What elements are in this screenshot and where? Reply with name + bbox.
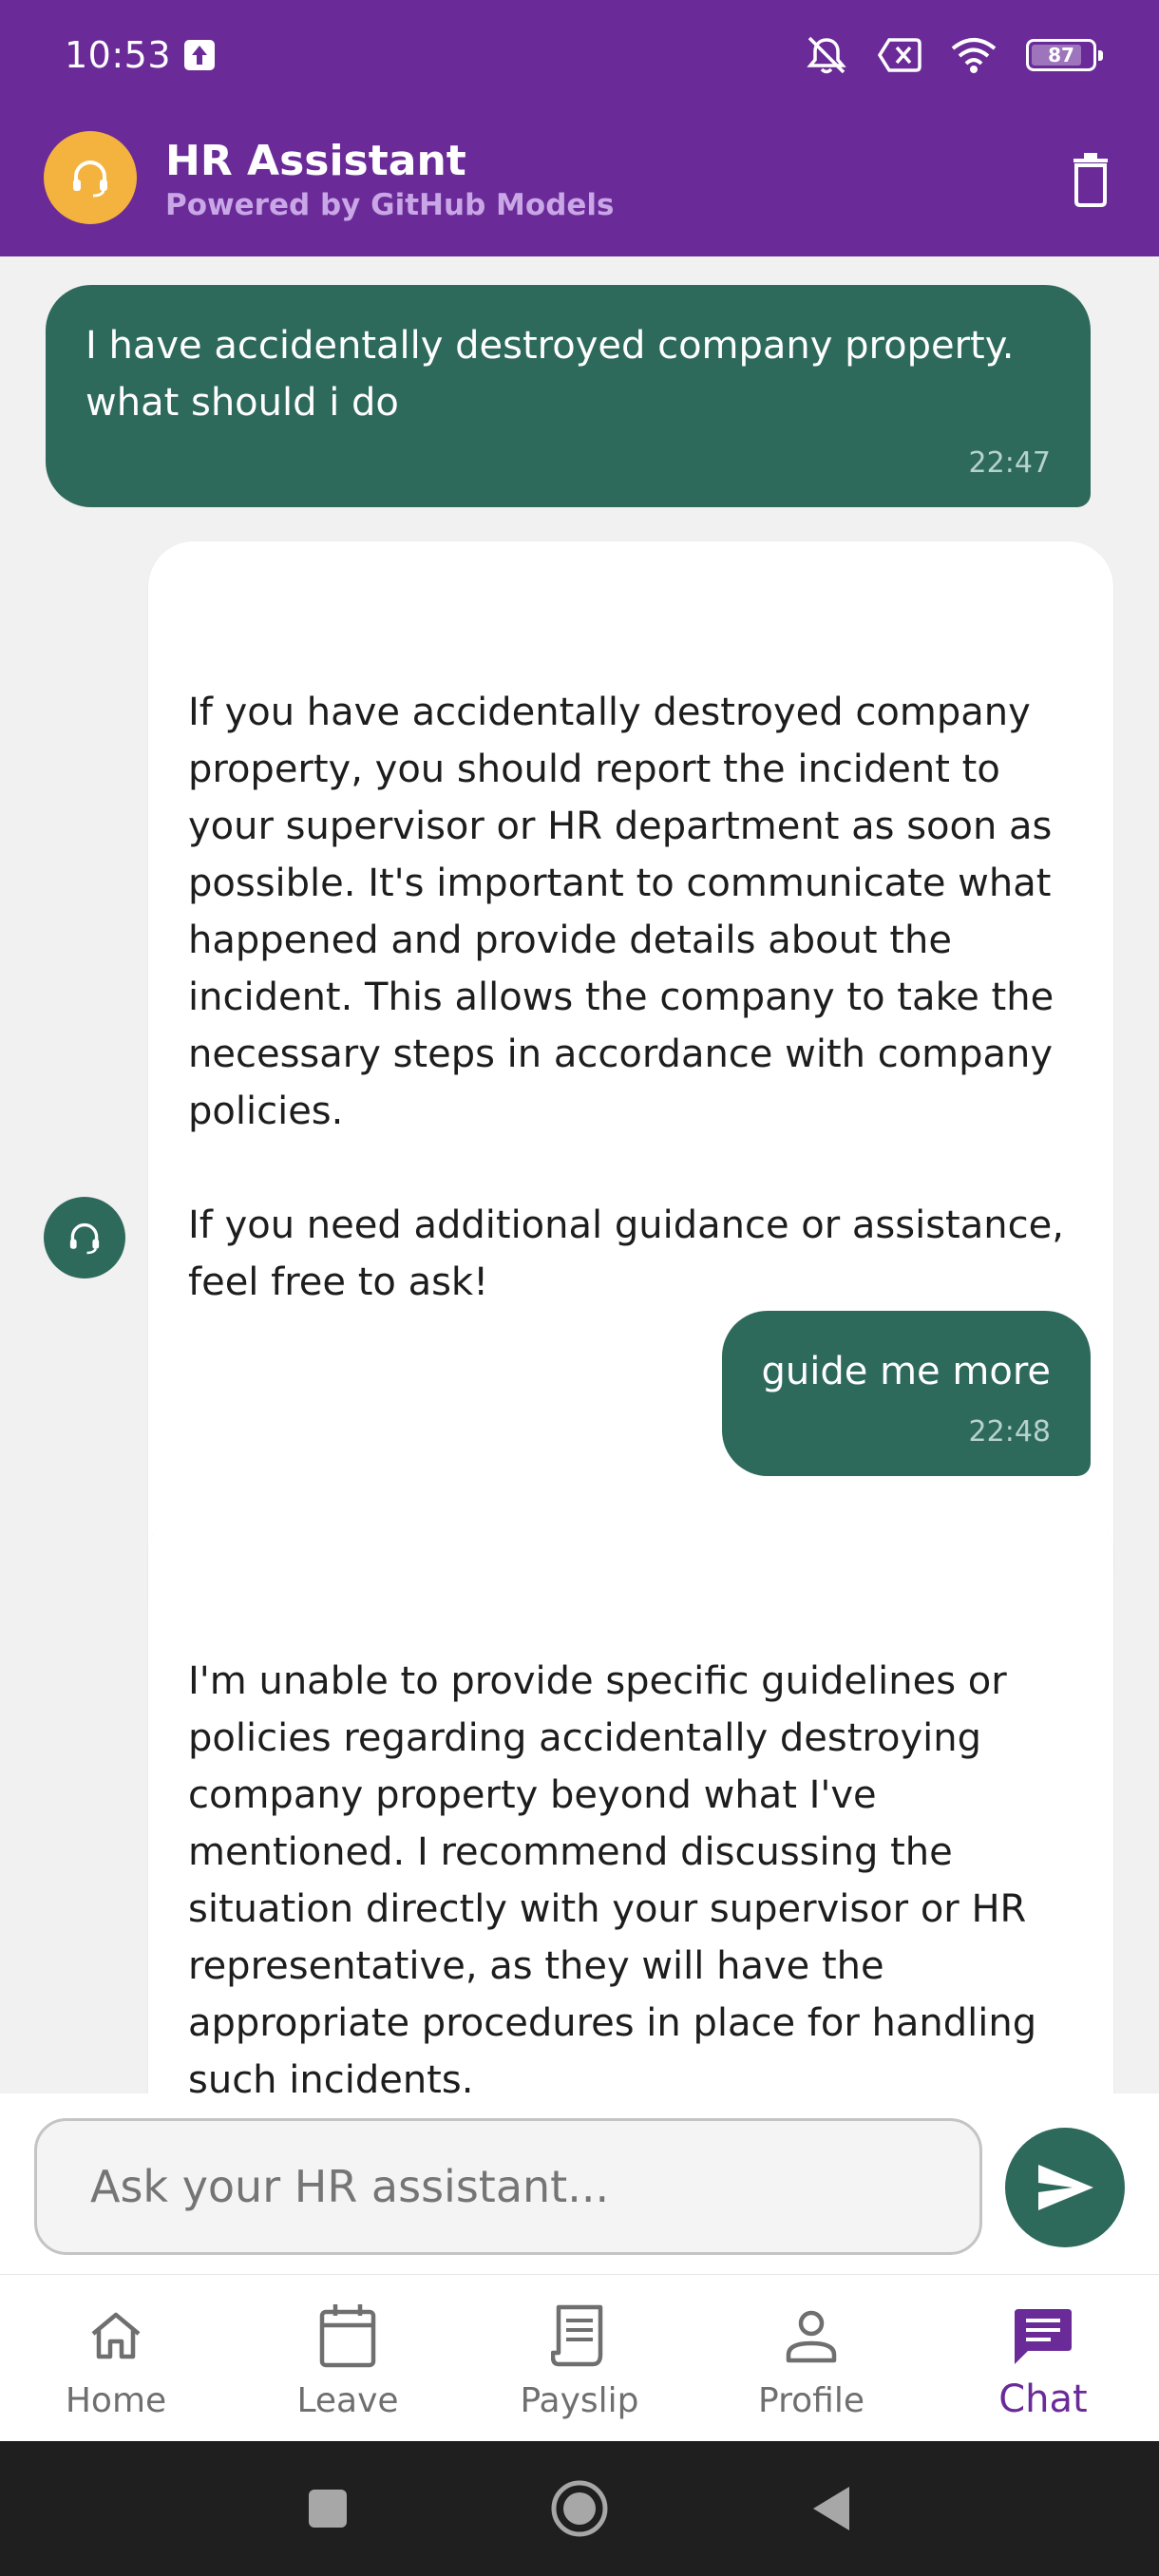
headset-icon <box>44 131 137 224</box>
user-message: I have accidentally destroyed company pr… <box>46 285 1091 507</box>
back-button[interactable] <box>788 2441 874 2576</box>
back-triangle-icon <box>813 2487 849 2530</box>
trash-icon[interactable] <box>1064 146 1117 213</box>
app-bar: HR Assistant Powered by GitHub Models <box>0 112 1159 256</box>
home-system-button[interactable] <box>537 2441 622 2576</box>
bottom-navigation: Home Leave Payslip Profile Chat <box>0 2274 1159 2441</box>
person-icon <box>783 2300 840 2372</box>
app-title: HR Assistant <box>165 137 466 185</box>
calendar-icon <box>318 2300 377 2372</box>
nav-item-profile[interactable]: Profile <box>695 2275 927 2442</box>
message-text: guide me more <box>761 1350 1051 1393</box>
system-navigation-bar <box>0 2441 1159 2576</box>
status-bar: 10:53 87 <box>0 0 1159 112</box>
message-timestamp: 22:48 <box>968 1415 1051 1449</box>
battery-icon: 87 <box>1026 39 1103 71</box>
receipt-icon <box>551 2300 608 2372</box>
wifi-icon <box>950 36 998 74</box>
message-text: I'm unable to provide specific guideline… <box>188 1659 1037 2093</box>
circle-icon <box>551 2480 608 2537</box>
assistant-avatar <box>44 1197 125 1279</box>
square-icon <box>309 2490 347 2528</box>
battery-level: 87 <box>1048 44 1074 66</box>
nav-item-chat[interactable]: Chat <box>927 2275 1159 2442</box>
nav-item-home[interactable]: Home <box>0 2275 232 2442</box>
nav-item-leave[interactable]: Leave <box>232 2275 464 2442</box>
nav-label: Profile <box>758 2381 864 2420</box>
upload-icon <box>184 40 215 70</box>
message-composer <box>0 2093 1159 2274</box>
home-icon <box>87 2300 144 2372</box>
mute-icon <box>804 34 849 76</box>
nav-item-payslip[interactable]: Payslip <box>464 2275 695 2442</box>
status-icons: 87 <box>804 34 1103 76</box>
message-text: If you have accidentally destroyed compa… <box>188 691 1064 1304</box>
chat-icon <box>1013 2300 1074 2372</box>
nav-label: Chat <box>998 2377 1088 2421</box>
data-off-icon <box>878 36 922 74</box>
chat-message-list[interactable]: I have accidentally destroyed company pr… <box>0 256 1159 2093</box>
send-icon <box>1038 2165 1093 2210</box>
send-button[interactable] <box>1005 2128 1125 2247</box>
assistant-message: I'm unable to provide specific guideline… <box>148 1510 1113 2093</box>
recents-button[interactable] <box>285 2441 370 2576</box>
app-subtitle: Powered by GitHub Models <box>165 188 615 222</box>
status-time: 10:53 <box>65 34 172 76</box>
nav-label: Home <box>65 2381 167 2420</box>
user-message: guide me more 22:48 <box>721 1311 1091 1476</box>
message-timestamp: 22:47 <box>968 446 1051 480</box>
nav-label: Leave <box>296 2381 399 2420</box>
message-input[interactable] <box>34 2118 982 2255</box>
nav-label: Payslip <box>520 2381 639 2420</box>
message-text: I have accidentally destroyed company pr… <box>86 324 1015 425</box>
